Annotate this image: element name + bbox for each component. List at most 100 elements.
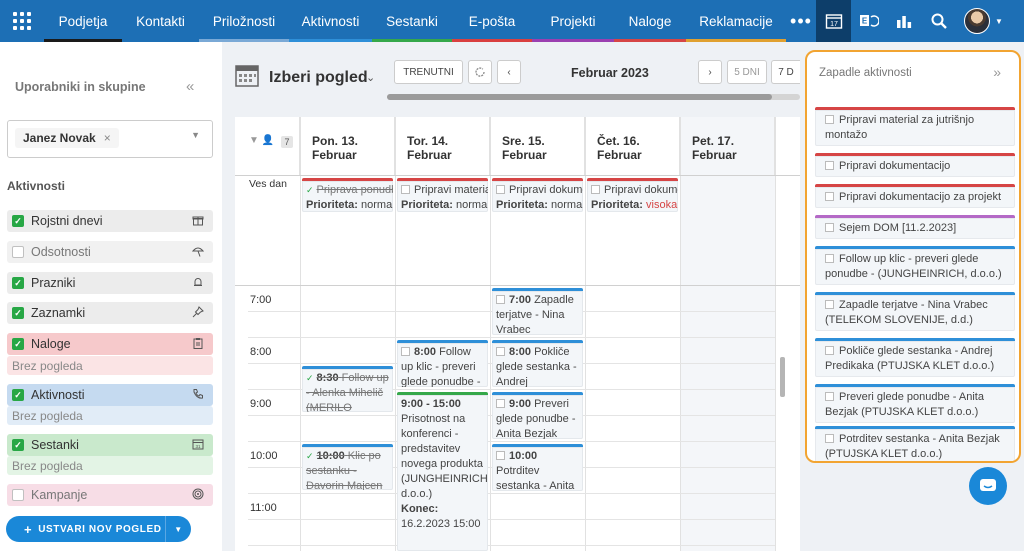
- chevron-down-icon[interactable]: ▼: [165, 516, 191, 542]
- calendar-rojstni-dnevi[interactable]: ✓ Rojstni dnevi: [7, 210, 213, 232]
- more-menu-button[interactable]: •••: [786, 0, 816, 42]
- checkbox[interactable]: ✓: [12, 389, 24, 401]
- calendar-sestanki[interactable]: ✓ Sestanki 31: [7, 434, 213, 456]
- previous-button[interactable]: ‹: [497, 60, 521, 84]
- clipboard-icon: [192, 337, 204, 352]
- chat-icon: [980, 479, 996, 491]
- collapse-sidebar-button[interactable]: «: [186, 78, 194, 95]
- svg-text:31: 31: [195, 444, 201, 449]
- overdue-item[interactable]: Pripravi material za jutrišnjo montažo: [815, 107, 1015, 146]
- calendar-aktivnosti-view[interactable]: Brez pogleda: [7, 406, 213, 425]
- chevron-right-icon: ›: [708, 66, 712, 78]
- chevron-down-icon: ▼: [995, 16, 1003, 26]
- calendar-sestanki-view[interactable]: Brez pogleda: [7, 456, 213, 475]
- filter-users-icon[interactable]: ▼ 👤: [249, 135, 274, 146]
- calendar-nav-button[interactable]: 17: [816, 0, 851, 42]
- overdue-item[interactable]: Follow up klic - preveri glede ponudbe -…: [815, 246, 1015, 285]
- user-select[interactable]: Janez Novak × ▼: [7, 120, 213, 158]
- calendar-kampanje[interactable]: Kampanje: [7, 484, 213, 506]
- event-card[interactable]: ✓ 10:00 Klic po sestanku - Davorin Majcen: [302, 444, 393, 490]
- next-button[interactable]: ›: [698, 60, 722, 84]
- event-card[interactable]: 10:00 Potrditev sestanka - Anita: [492, 444, 583, 491]
- exchange-button[interactable]: E: [851, 0, 886, 42]
- view-selector[interactable]: Izberi pogled: [269, 69, 368, 87]
- five-days-button[interactable]: 5 DNI: [727, 60, 767, 84]
- event-card[interactable]: 9:00 Preveri glede ponudbe - Anita Bezja…: [492, 392, 583, 439]
- day-header: Pet. 17. Februar: [680, 117, 775, 175]
- new-view-button[interactable]: + USTVARI NOV POGLED ▼: [6, 516, 191, 542]
- today-button[interactable]: TRENUTNI: [394, 60, 463, 84]
- seven-days-button[interactable]: 7 D: [771, 60, 800, 84]
- vertical-scrollbar[interactable]: [780, 357, 785, 397]
- nav-projekti[interactable]: Projekti: [532, 0, 614, 42]
- chevron-down-icon[interactable]: ⌄: [366, 71, 375, 84]
- checkbox[interactable]: ✓: [12, 439, 24, 451]
- exchange-sync-icon: E: [859, 15, 879, 27]
- overdue-item[interactable]: Pripravi dokumentacijo za projekt: [815, 184, 1015, 208]
- event-card[interactable]: 8:00 Pokliče glede sestanka - Andrej: [492, 340, 583, 387]
- search-button[interactable]: [921, 0, 956, 42]
- overdue-item[interactable]: Potrditev sestanka - Anita Bezjak (PTUJS…: [815, 426, 1015, 461]
- refresh-icon: [475, 67, 485, 77]
- nav-kontakti[interactable]: Kontakti: [122, 0, 199, 42]
- chevron-down-icon[interactable]: ▼: [191, 130, 200, 140]
- overdue-item[interactable]: Pripravi dokumentacijo: [815, 153, 1015, 177]
- all-day-event[interactable]: Pripravi dokumentacijo Prioriteta: visok…: [587, 178, 678, 212]
- nav-sestanki[interactable]: Sestanki: [372, 0, 452, 42]
- svg-text:E: E: [861, 17, 867, 26]
- overdue-item[interactable]: Preveri glede ponudbe - Anita Bezjak (PT…: [815, 384, 1015, 423]
- checkbox[interactable]: ✓: [12, 277, 24, 289]
- overdue-item[interactable]: Sejem DOM [11.2.2023]: [815, 215, 1015, 239]
- nav-naloge[interactable]: Naloge: [614, 0, 686, 42]
- app-menu-button[interactable]: [0, 0, 44, 42]
- beach-umbrella-icon: [191, 245, 205, 260]
- time-label: 9:00: [250, 398, 272, 410]
- pin-icon: [192, 306, 204, 321]
- time-label: 11:00: [250, 502, 277, 514]
- calendar-naloge-view[interactable]: Brez pogleda: [7, 356, 213, 375]
- left-sidebar: Uporabniki in skupine « Janez Novak × ▼ …: [0, 42, 222, 551]
- all-day-label: Ves dan: [249, 178, 287, 190]
- horizontal-scrollbar[interactable]: [387, 94, 800, 100]
- calendar-odsotnosti[interactable]: Odsotnosti: [7, 241, 213, 263]
- section-title: Aktivnosti: [7, 179, 66, 193]
- refresh-button[interactable]: [468, 60, 492, 84]
- reports-button[interactable]: [886, 0, 921, 42]
- day-header: Sre. 15. Februar: [490, 117, 585, 175]
- nav-eposta[interactable]: E-pošta: [452, 0, 532, 42]
- nav-podjetja[interactable]: Podjetja: [44, 0, 122, 42]
- remove-user-icon[interactable]: ×: [104, 131, 111, 145]
- chat-button[interactable]: [969, 467, 1007, 505]
- event-card[interactable]: ✓ 8:30 Follow up - Alenka Mihelič (MERILO: [302, 366, 393, 412]
- overdue-activities-panel: Zapadle aktivnosti » Pripravi material z…: [805, 50, 1021, 463]
- event-card[interactable]: 7:00 Zapadle terjatve - Nina Vrabec: [492, 288, 583, 335]
- user-menu-button[interactable]: ▼: [956, 0, 1011, 42]
- nav-aktivnosti[interactable]: Aktivnosti: [289, 0, 372, 42]
- target-icon: [192, 488, 204, 503]
- all-day-event[interactable]: ✓Priprava ponudbe Prioriteta: normalna: [302, 178, 393, 212]
- all-day-event[interactable]: Pripravi material Prioriteta: normalna: [397, 178, 488, 212]
- collapse-panel-button[interactable]: »: [993, 64, 1001, 80]
- calendar-aktivnosti[interactable]: ✓ Aktivnosti: [7, 384, 213, 406]
- checkbox[interactable]: ✓: [12, 338, 24, 350]
- all-day-event[interactable]: Pripravi dokumentacijo Prioriteta: norma…: [492, 178, 583, 212]
- checkbox[interactable]: ✓: [12, 215, 24, 227]
- nav-priloznosti[interactable]: Priložnosti: [199, 0, 289, 42]
- calendar-prazniki[interactable]: ✓ Prazniki: [7, 272, 213, 294]
- checkbox[interactable]: [12, 246, 24, 258]
- time-label: 7:00: [250, 294, 272, 306]
- overdue-item[interactable]: Pokliče glede sestanka - Andrej Predikak…: [815, 338, 1015, 377]
- calendar-zaznamki[interactable]: ✓ Zaznamki: [7, 302, 213, 324]
- chevron-left-icon: ‹: [507, 66, 511, 78]
- checkbox[interactable]: ✓: [12, 307, 24, 319]
- overdue-item[interactable]: Zapadle terjatve - Nina Vrabec (TELEKOM …: [815, 292, 1015, 331]
- nav-reklamacije[interactable]: Reklamacije: [686, 0, 786, 42]
- calendar-naloge[interactable]: ✓ Naloge: [7, 333, 213, 355]
- checkbox[interactable]: [12, 489, 24, 501]
- search-icon: [931, 13, 947, 29]
- event-card[interactable]: 8:00 Follow up klic - preveri glede ponu…: [397, 340, 488, 387]
- day-header: Tor. 14. Februar: [395, 117, 490, 175]
- event-card[interactable]: 9:00 - 15:00 Prisotnost na konferenci - …: [397, 392, 488, 551]
- time-label: 10:00: [250, 450, 278, 462]
- top-navigation: Podjetja Kontakti Priložnosti Aktivnosti…: [0, 0, 1024, 42]
